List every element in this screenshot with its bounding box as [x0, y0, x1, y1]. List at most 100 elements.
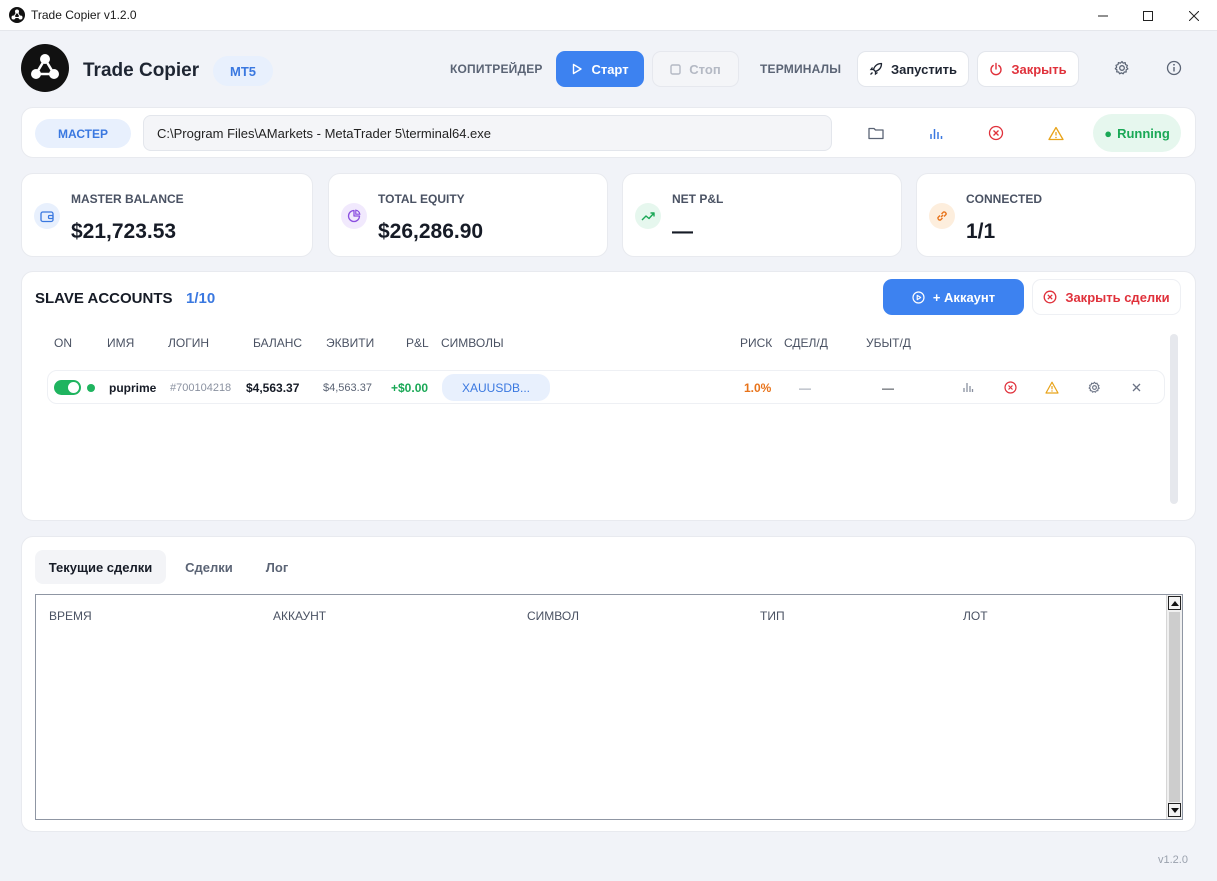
account-deals-per-day[interactable]: — — [799, 381, 811, 395]
close-icon — [1132, 383, 1140, 391]
connection-status-dot — [87, 384, 95, 392]
settings-button[interactable] — [1108, 54, 1136, 82]
stat-card-connected: CONNECTED 1/1 — [916, 173, 1196, 257]
column-header-balance: БАЛАНС — [253, 336, 303, 350]
launch-label: Запустить — [890, 61, 958, 77]
tab-trades[interactable]: Сделки — [174, 550, 244, 584]
column-header-time: ВРЕМЯ — [49, 609, 92, 623]
stop-label: Стоп — [689, 61, 721, 77]
add-account-button[interactable]: + Аккаунт — [883, 279, 1024, 315]
master-close-button[interactable] — [982, 119, 1010, 147]
column-header-symbol: СИМВОЛ — [527, 609, 579, 623]
minimize-icon — [1098, 15, 1108, 16]
table-row: puprime #700104218 $4,563.37 $4,563.37 +… — [47, 370, 1165, 404]
stat-card-total-equity: TOTAL EQUITY $26,286.90 — [328, 173, 608, 257]
master-path-field[interactable]: C:\Program Files\AMarkets - MetaTrader 5… — [143, 115, 832, 151]
column-header-loss-per-day: УБЫТ/Д — [866, 336, 911, 350]
link-icon — [929, 203, 955, 229]
stat-value: — — [672, 220, 693, 243]
stat-label: MASTER BALANCE — [71, 192, 184, 206]
close-trades-label: Закрыть сделки — [1065, 289, 1170, 305]
column-header-account: АККАУНТ — [273, 609, 327, 623]
remove-account-button[interactable] — [1128, 379, 1144, 395]
trades-scrollbar[interactable] — [1166, 595, 1182, 819]
account-symbols[interactable]: XAUUSDB... — [442, 374, 550, 401]
app-logo-icon — [9, 7, 25, 23]
browse-folder-button[interactable] — [862, 119, 890, 147]
stat-label: CONNECTED — [966, 192, 1043, 206]
close-label: Закрыть — [1011, 61, 1067, 77]
account-close-trades-button[interactable] — [1002, 379, 1018, 395]
wallet-icon — [34, 203, 60, 229]
slave-accounts-panel: SLAVE ACCOUNTS 1/10 + Аккаунт Закрыть сд… — [21, 271, 1196, 521]
column-header-deals-per-day: СДЕЛ/Д — [784, 336, 828, 350]
column-header-lot: ЛОТ — [963, 609, 988, 623]
info-icon — [1166, 60, 1182, 76]
close-window-button[interactable] — [1171, 0, 1217, 31]
master-warning-button[interactable] — [1042, 119, 1070, 147]
account-pnl: +$0.00 — [391, 381, 429, 395]
trend-up-icon — [635, 203, 661, 229]
scroll-down-button[interactable] — [1168, 803, 1181, 817]
window-title: Trade Copier v1.2.0 — [31, 8, 137, 22]
launch-button[interactable]: Запустить — [857, 51, 969, 87]
arrow-up-icon — [1170, 600, 1179, 606]
column-header-on: ON — [54, 336, 72, 350]
info-button[interactable] — [1160, 54, 1188, 82]
network-logo-icon — [31, 54, 59, 79]
app-logo — [21, 44, 69, 92]
maximize-button[interactable] — [1125, 0, 1171, 31]
stop-button[interactable]: Стоп — [652, 51, 739, 87]
status-dot-icon: ● — [1104, 125, 1113, 141]
stat-value: 1/1 — [966, 220, 996, 243]
close-icon — [1189, 10, 1199, 21]
close-trades-button[interactable]: Закрыть сделки — [1032, 279, 1181, 315]
trades-panel: Текущие сделки Сделки Лог ВРЕМЯ АККАУНТ … — [21, 536, 1196, 832]
scroll-up-button[interactable] — [1168, 596, 1181, 610]
add-account-label: + Аккаунт — [932, 289, 996, 305]
column-header-name: ИМЯ — [107, 336, 135, 350]
start-label: Старт — [591, 61, 629, 77]
stat-card-master-balance: MASTER BALANCE $21,723.53 — [21, 173, 313, 257]
close-circle-icon — [1003, 380, 1017, 394]
account-settings-button[interactable] — [1086, 379, 1102, 395]
master-stats-button[interactable] — [922, 119, 950, 147]
tab-current-trades[interactable]: Текущие сделки — [35, 550, 166, 584]
column-header-symbols: СИМВОЛЫ — [441, 336, 504, 350]
minimize-button[interactable] — [1080, 0, 1126, 31]
scroll-thumb[interactable] — [1169, 612, 1180, 802]
account-loss-per-day[interactable]: — — [882, 381, 894, 395]
account-balance: $4,563.37 — [246, 381, 300, 395]
title-bar: Trade Copier v1.2.0 — [0, 0, 1217, 31]
stat-label: NET P&L — [672, 192, 724, 206]
close-terminal-button[interactable]: Закрыть — [977, 51, 1079, 87]
account-name: puprime — [109, 381, 157, 395]
stop-icon — [670, 63, 681, 75]
app-name: Trade Copier — [83, 60, 200, 81]
warning-icon — [1045, 381, 1059, 394]
power-icon — [990, 62, 1003, 76]
nav-terminals[interactable]: ТЕРМИНАЛЫ — [760, 62, 841, 76]
nav-copytrader[interactable]: КОПИТРЕЙДЕР — [450, 62, 543, 76]
master-panel: МАСТЕР C:\Program Files\AMarkets - MetaT… — [21, 107, 1196, 158]
master-label: МАСТЕР — [35, 119, 131, 148]
account-equity: $4,563.37 — [323, 382, 372, 394]
account-stats-button[interactable] — [960, 379, 976, 395]
column-header-pnl: P&L — [406, 336, 429, 350]
tab-log[interactable]: Лог — [252, 550, 302, 584]
warning-icon — [1048, 126, 1064, 140]
close-circle-icon — [988, 125, 1004, 141]
stat-card-net-pnl: NET P&L — — [622, 173, 902, 257]
slave-list-scrollbar[interactable] — [1170, 334, 1178, 504]
start-button[interactable]: Старт — [556, 51, 644, 87]
account-enabled-toggle[interactable] — [54, 380, 81, 395]
account-risk[interactable]: 1.0% — [744, 381, 771, 395]
stat-value: $21,723.53 — [71, 220, 177, 243]
trades-table: ВРЕМЯ АККАУНТ СИМВОЛ ТИП ЛОТ — [35, 594, 1183, 820]
rocket-icon — [869, 62, 883, 76]
account-warning-button[interactable] — [1044, 379, 1060, 395]
slave-accounts-count: 1/10 — [186, 290, 216, 307]
pie-chart-icon — [341, 203, 367, 229]
account-login: #700104218 — [170, 382, 232, 394]
column-header-type: ТИП — [760, 609, 785, 623]
